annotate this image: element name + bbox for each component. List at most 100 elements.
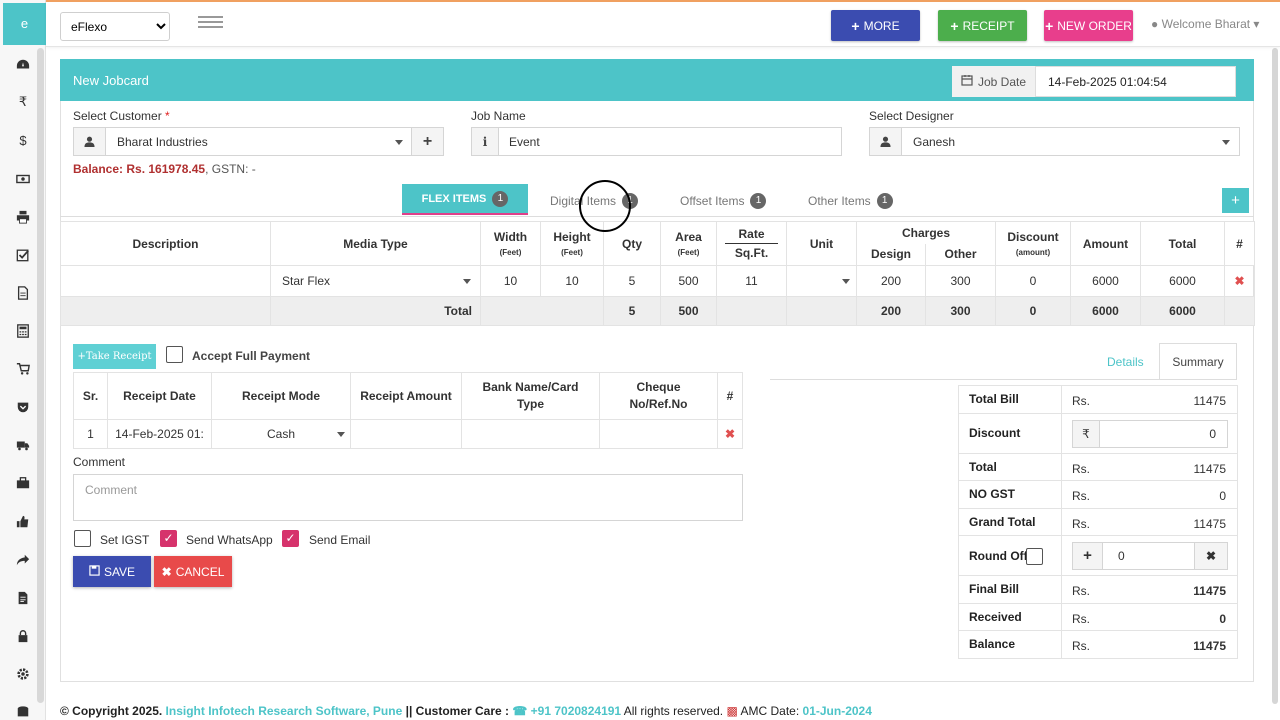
add-item-button[interactable]: + [1222,188,1249,213]
bank-name-input[interactable] [461,419,600,449]
sidebar-scrollbar[interactable] [37,48,44,703]
money-icon[interactable] [12,168,34,190]
send-email-label: Send Email [309,533,371,547]
dashboard-icon[interactable] [12,54,34,76]
col-other: Other [925,243,996,266]
tab-flex-items[interactable]: FLEX ITEMS 1 [402,184,528,215]
job-name-input[interactable] [498,127,842,156]
lock-icon[interactable] [12,625,34,647]
totals-area: 500 [660,296,717,326]
send-whatsapp-checkbox[interactable]: ✓ [160,530,177,547]
design-charge-input[interactable]: 200 [856,265,926,297]
tab-details[interactable]: Details [1107,355,1144,369]
grand-total-label: Grand Total [958,507,1062,536]
sidebar: e ₹ $ [0,0,46,720]
col-hash: # [717,372,743,420]
share-icon[interactable] [12,549,34,571]
company-select[interactable]: eFlexo [60,12,170,41]
receipt-mode-select[interactable]: Cash [211,419,351,449]
balance-label: Balance [958,630,1062,659]
shield-icon[interactable] [12,396,34,418]
chevron-down-icon [337,432,345,437]
comment-label: Comment [73,455,126,469]
other-charge-input[interactable]: 300 [925,265,996,297]
page-scrollbar[interactable] [1272,48,1278,704]
delete-receipt-button[interactable]: ✖ [717,419,743,449]
new-order-button[interactable]: + NEW ORDER [1044,10,1133,41]
comment-textarea[interactable]: Comment [73,474,743,521]
customer-value: Bharat Industries [117,135,208,149]
copyright-text: © Copyright 2025. [60,704,163,718]
col-amount: Amount [1070,221,1141,266]
app-logo[interactable]: e [3,3,46,45]
round-off-value: 0 [1118,549,1125,563]
discount-value: 0 [1209,426,1216,441]
phone-link[interactable]: +91 7020824191 [531,704,621,718]
media-type-select[interactable]: Star Flex [270,265,481,297]
take-receipt-button[interactable]: + Take Receipt [73,344,156,369]
cart-icon[interactable] [12,358,34,380]
gear-icon[interactable] [12,663,34,685]
file-icon[interactable] [12,282,34,304]
plus-icon: + [950,17,959,34]
table-row: Star Flex 10 10 5 500 11 200 300 0 6000 … [60,265,1255,297]
tab-offset-items[interactable]: Offset Items 1 [680,193,767,209]
round-off-checkbox[interactable] [1026,548,1043,565]
receipt-date-input[interactable]: 14-Feb-2025 01: [107,419,212,449]
receipt-amount-input[interactable] [350,419,462,449]
col-unit: Unit [786,221,857,266]
round-off-cell: + 0 ✖ [1061,535,1238,576]
calculator-icon[interactable] [12,320,34,342]
description-input[interactable] [60,265,271,297]
new-order-button-label: NEW ORDER [1057,18,1132,33]
briefcase-icon[interactable] [12,472,34,494]
accept-full-payment-checkbox[interactable] [166,346,183,363]
more-button[interactable]: + MORE [831,10,920,41]
set-igst-checkbox[interactable] [74,530,91,547]
height-input[interactable]: 10 [540,265,604,297]
tab-summary[interactable]: Summary [1159,343,1237,380]
delete-row-button[interactable]: ✖ [1224,265,1255,297]
customer-balance: Balance: Rs. 161978.45, GSTN: - [73,162,256,176]
round-off-plus-button[interactable]: + [1072,542,1103,570]
receipt-button[interactable]: + RECEIPT [938,10,1027,41]
qty-input[interactable]: 5 [603,265,661,297]
user-menu[interactable]: ● Welcome Bharat ▾ [1151,17,1259,31]
customer-label: Select Customer * [73,109,170,123]
send-whatsapp-label: Send WhatsApp [186,533,273,547]
col-rate: Rate Sq.Ft. [716,221,787,266]
cheque-no-input[interactable] [599,419,718,449]
set-igst-label: Set IGST [100,533,150,547]
caret-down-icon: ▾ [1253,17,1260,31]
send-email-checkbox[interactable]: ✓ [282,530,299,547]
calendar-icon: ▩ [726,704,738,718]
thumbs-up-icon[interactable] [12,511,34,533]
check-square-icon[interactable] [12,244,34,266]
total-bill-label: Total Bill [958,385,1062,414]
menu-toggle-icon[interactable] [198,16,223,30]
rate-input[interactable]: 11 [716,265,787,297]
width-input[interactable]: 10 [480,265,541,297]
document-icon[interactable] [12,587,34,609]
database-icon[interactable] [12,701,34,720]
rupee-icon[interactable]: ₹ [12,91,34,113]
col-receipt-date: Receipt Date [107,372,212,420]
round-off-clear-button[interactable]: ✖ [1194,542,1228,570]
items-table: Description Media Type Width (Feet) Heigh… [60,221,1255,326]
truck-icon[interactable] [12,434,34,456]
unit-select[interactable] [786,265,857,297]
discount-input[interactable]: 0 [995,265,1071,297]
dollar-icon[interactable]: $ [12,129,34,151]
tab-other-items[interactable]: Other Items 1 [808,193,893,209]
company-link[interactable]: Insight Infotech Research Software, Pune [166,704,403,718]
summary-table: Total Bill Rs. 11475 Discount ₹ 0 Total R… [958,385,1238,659]
total-bill-value: 11475 [1193,394,1226,408]
job-date-value[interactable]: 14-Feb-2025 01:04:54 [1048,75,1167,89]
save-button[interactable]: SAVE [73,556,151,587]
round-off-input[interactable] [1102,542,1195,570]
discount-label: Discount [958,412,1062,454]
add-customer-button[interactable]: + [411,127,444,156]
cancel-button[interactable]: ✖ CANCEL [154,556,232,587]
plus-icon: + [851,17,860,34]
print-icon[interactable] [12,206,34,228]
